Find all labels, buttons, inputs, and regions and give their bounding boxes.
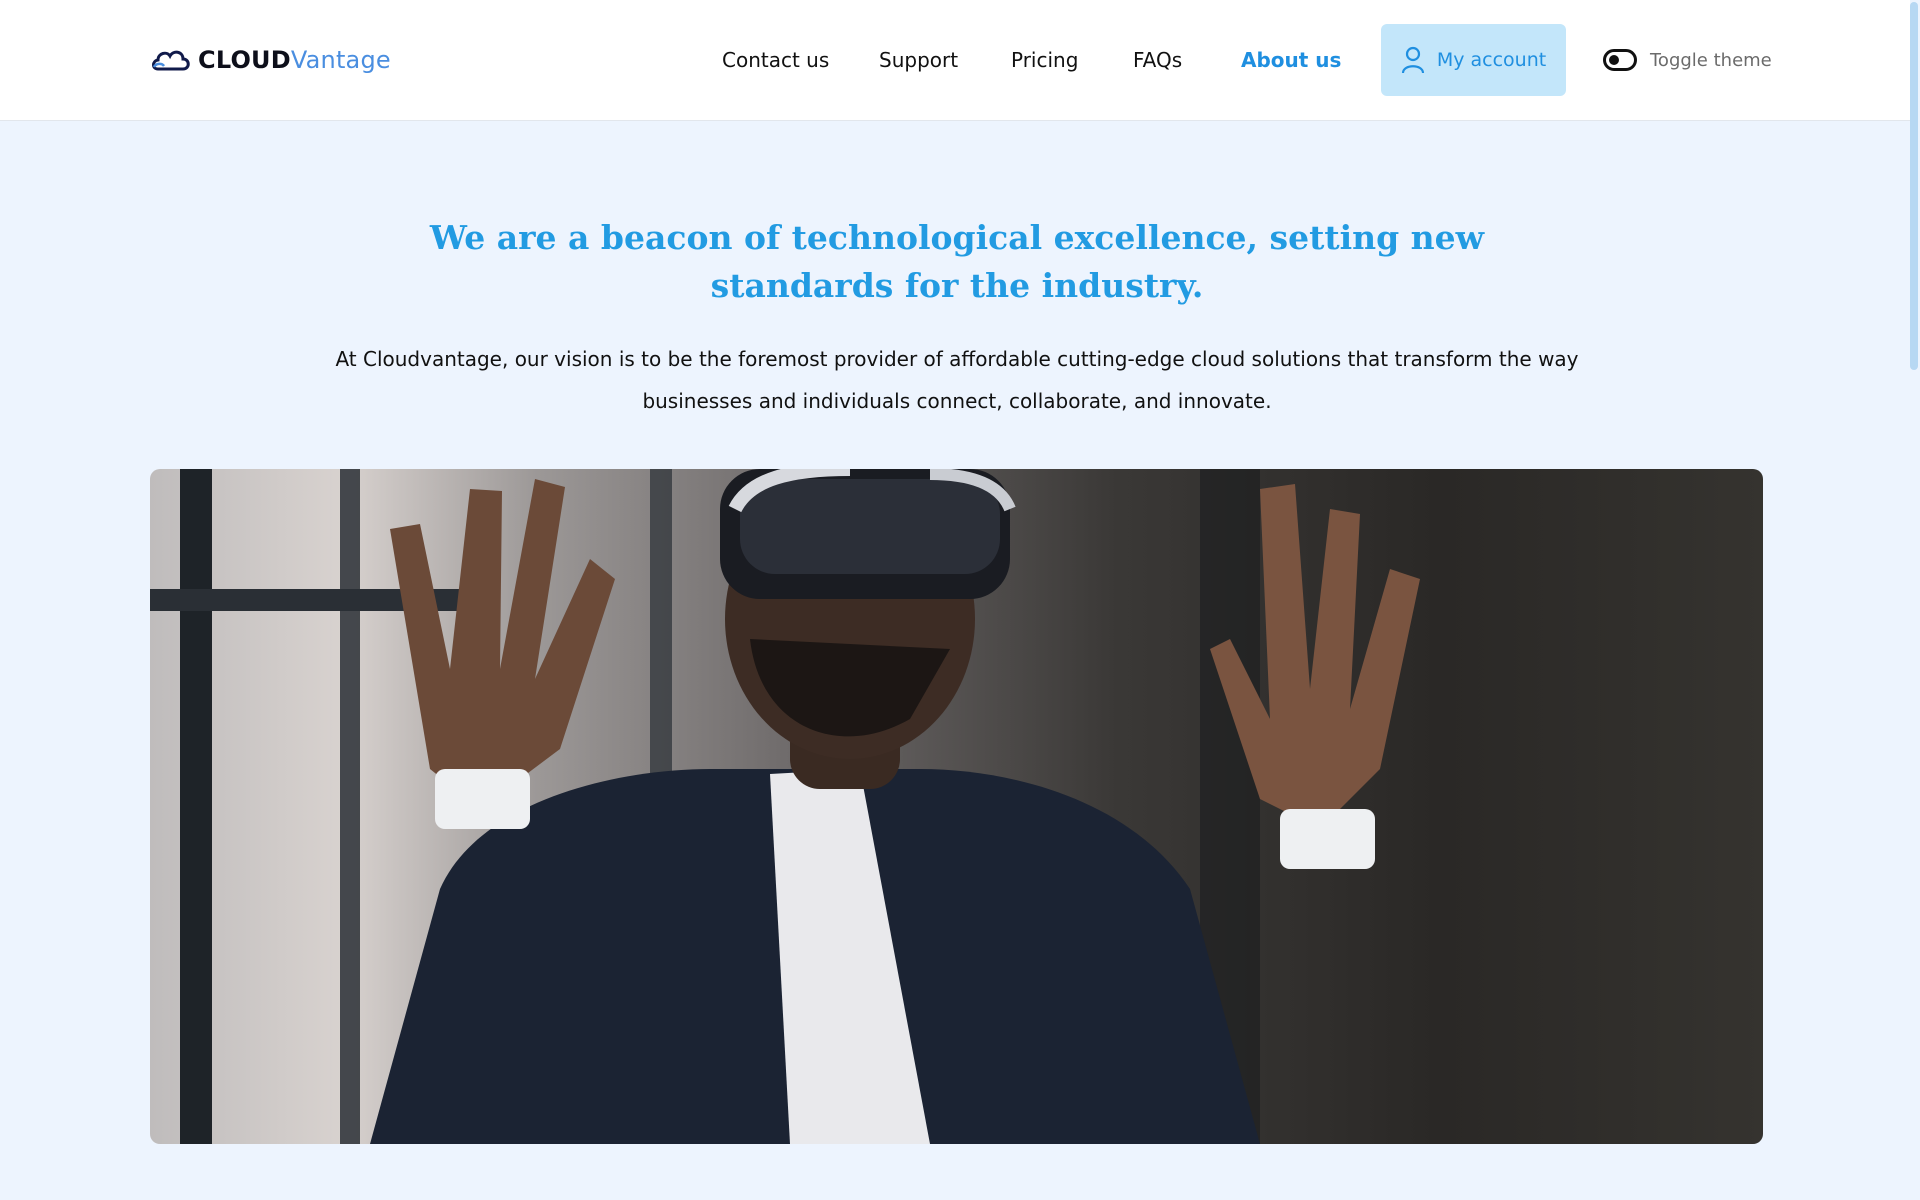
nav-contact-us[interactable]: Contact us: [722, 47, 829, 73]
my-account-button[interactable]: My account: [1381, 24, 1566, 96]
scrollbar-thumb[interactable]: [1910, 2, 1918, 370]
hero-headline: We are a beacon of technological excelle…: [429, 218, 1485, 305]
my-account-label: My account: [1436, 49, 1547, 71]
toggle-theme-label: Toggle theme: [1650, 49, 1772, 71]
page-scrollbar[interactable]: [1910, 0, 1920, 1200]
hero-description: At Cloudvantage, our vision is to be the…: [335, 347, 1579, 413]
nav-faqs[interactable]: FAQs: [1133, 47, 1182, 73]
site-header: CLOUD Vantage Contact us Support Pricing…: [0, 0, 1920, 121]
hero-image-vr-man: [150, 469, 1763, 1144]
nav-pricing[interactable]: Pricing: [1011, 47, 1078, 73]
user-icon: [1401, 46, 1424, 74]
toggle-theme-button[interactable]: Toggle theme: [1603, 46, 1772, 74]
nav-support[interactable]: Support: [879, 47, 958, 73]
toggle-switch-icon: [1603, 49, 1637, 71]
nav-about-us[interactable]: About us: [1241, 47, 1341, 73]
